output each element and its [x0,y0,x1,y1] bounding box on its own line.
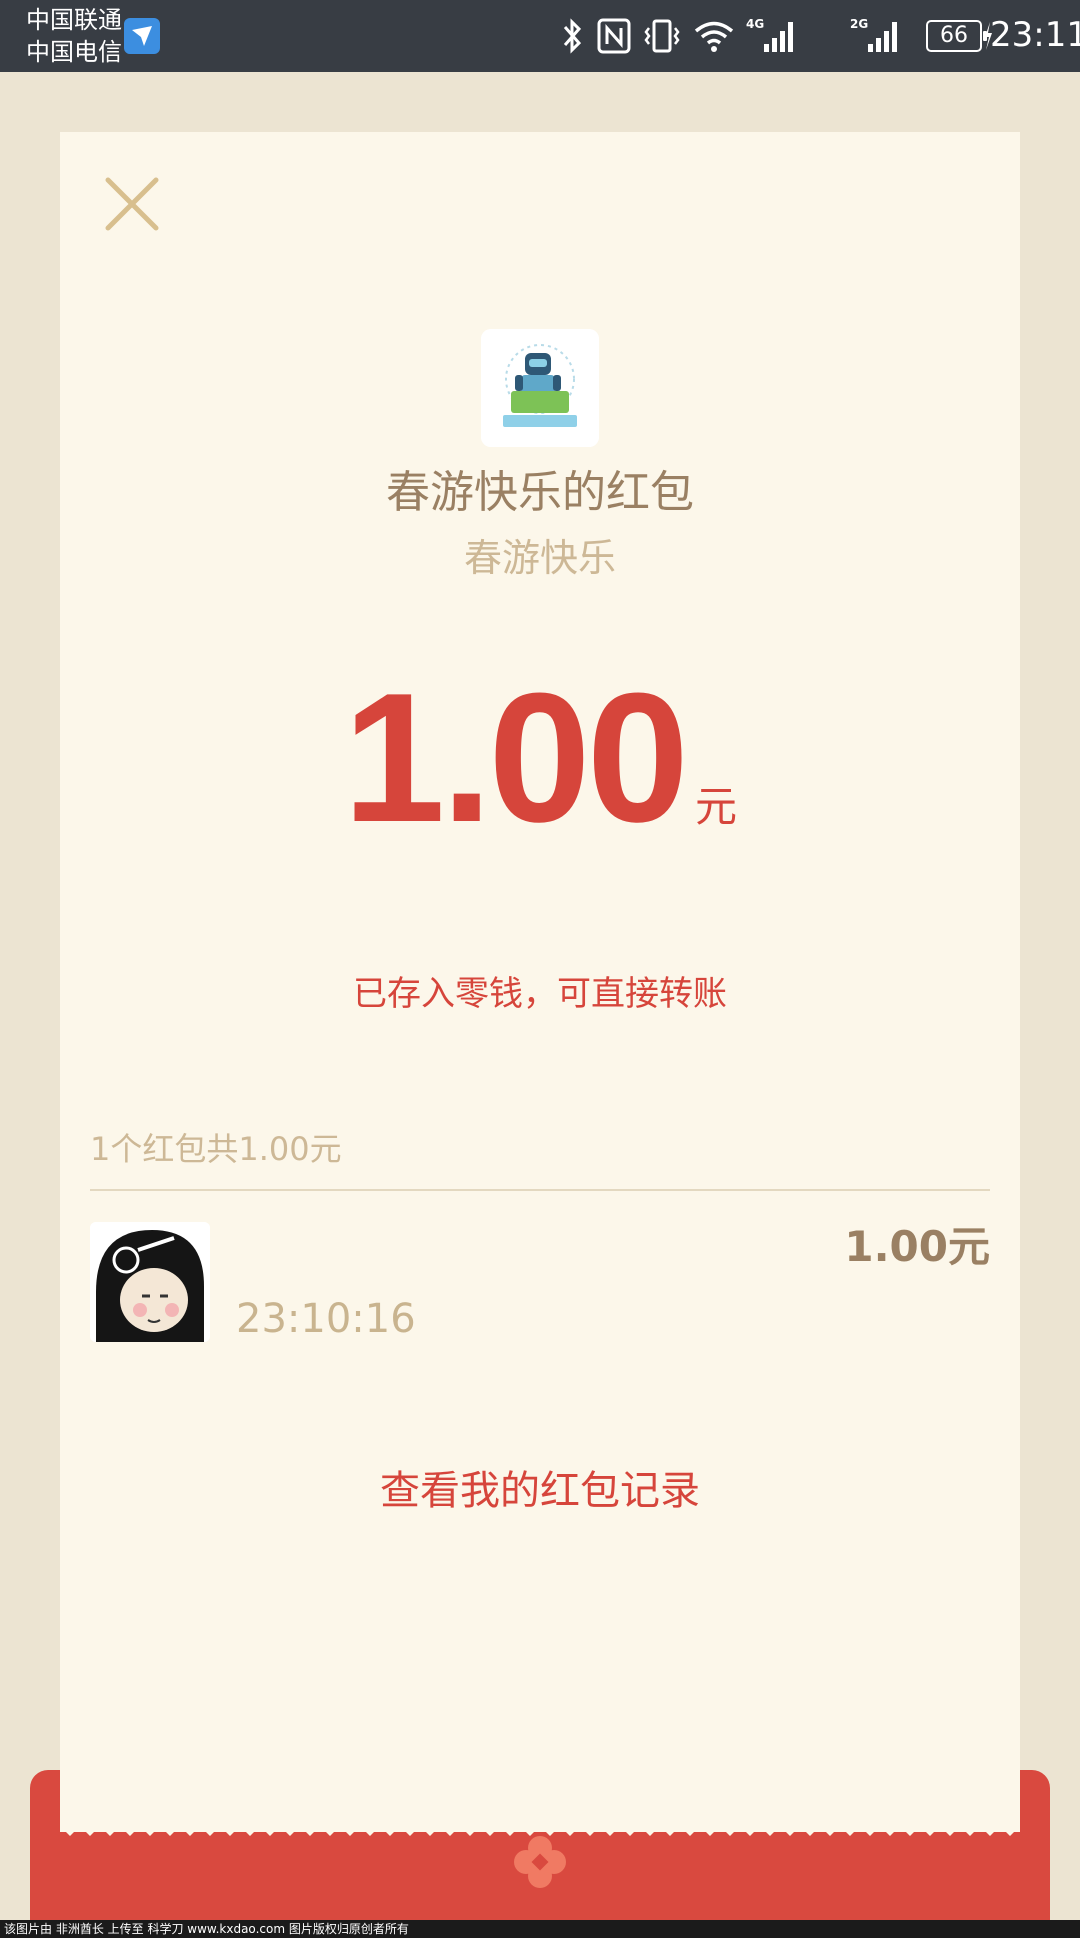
carrier-names: 中国联通 中国电信 [26,4,122,68]
record-amount: 1.00元 [844,1222,990,1271]
saved-to-change-note: 已存入零钱，可直接转账 [353,974,727,1014]
packet-summary: 1个红包共1.00元 [90,1130,342,1168]
battery-icon: 66 [926,20,987,52]
avatar[interactable] [90,1222,210,1342]
network-1-label: 4G [746,17,764,31]
divider [90,1189,990,1191]
system-icons: 4G 2G 66 23:11 [560,0,1080,72]
record-time: 23:10:16 [236,1296,416,1342]
maxus-logo-image [481,329,599,447]
flower-icon [510,1832,570,1892]
status-time: 23:11 [990,15,1080,55]
close-button[interactable] [102,174,162,234]
meme-avatar-image [90,1222,210,1342]
carrier-2: 中国电信 [26,38,122,66]
red-packet-detail-card: 春游快乐的红包 春游快乐 1.00 元 已存入零钱，可直接转账 1个红包共1.00… [60,132,1020,1832]
amount-unit: 元 [695,782,738,831]
received-amount: 1.00 元 [60,662,1020,852]
view-history-link[interactable]: 查看我的红包记录 [60,1464,1020,1518]
packet-greeting: 春游快乐 [463,536,616,580]
vibrate-icon [644,19,680,53]
signal-4g-icon: 4G [746,17,793,52]
nfc-icon [597,18,631,54]
bluetooth-icon [563,18,582,54]
carrier-app-icon [124,18,160,54]
watermark-text: 该图片由 非洲酋长 上传至 科学刀 www.kxdao.com 图片版权归原创者… [0,1920,1080,1938]
packet-title: 春游快乐的红包 [386,467,694,518]
carrier-1: 中国联通 [26,6,122,34]
list-item[interactable]: 23:10:16 1.00元 [90,1222,990,1344]
amount-value: 1.00 [342,654,689,860]
wifi-icon [694,21,734,52]
network-2-label: 2G [850,17,868,31]
sender-logo[interactable] [481,329,599,447]
status-bar: 中国联通 中国电信 4G 2G 66 23:11 [0,0,1080,72]
signal-2g-icon: 2G [850,17,897,52]
close-icon [105,177,159,231]
